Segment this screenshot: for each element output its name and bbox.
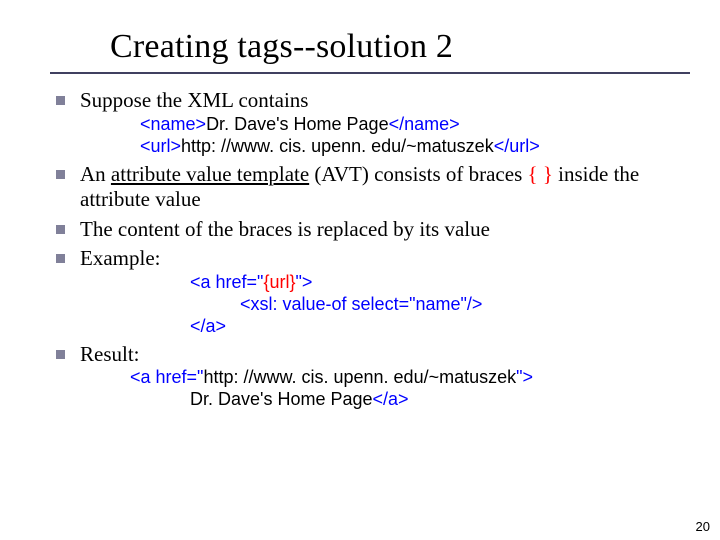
bullet-result: Result: <a href="http: //www. cis. upenn… <box>50 342 690 412</box>
tag-open: <url> <box>140 136 181 156</box>
tag-close: </url> <box>494 136 540 156</box>
code-url: http: //www. cis. upenn. edu/~matuszek <box>203 367 516 387</box>
text: (AVT) consists of braces <box>309 162 527 186</box>
bullet-example: Example: <a href="{url}"> <xsl: value-of… <box>50 246 690 337</box>
text: The content of the braces is replaced by… <box>80 217 490 241</box>
result-line-2: Dr. Dave's Home Page</a> <box>80 389 690 411</box>
code: </a> <box>373 389 409 409</box>
tag-content: Dr. Dave's Home Page <box>206 114 389 134</box>
example-line-3: </a> <box>80 316 690 338</box>
slide: { "title": "Creating tags--solution 2", … <box>0 0 720 540</box>
bullet-text: Suppose the XML contains <box>80 88 308 112</box>
text: An <box>80 162 111 186</box>
code: "> <box>295 272 312 292</box>
text-braces: { } <box>528 162 553 186</box>
slide-title: Creating tags--solution 2 <box>110 28 690 66</box>
tag-content: http: //www. cis. upenn. edu/~matuszek <box>181 136 494 156</box>
code: <xsl: value-of select="name"/> <box>240 294 482 314</box>
code: <a href=" <box>190 272 263 292</box>
text: Result: <box>80 342 140 366</box>
tag-open: <name> <box>140 114 206 134</box>
text-underline: attribute value template <box>111 162 309 186</box>
page-number: 20 <box>696 519 710 534</box>
bullet-suppose: Suppose the XML contains <name>Dr. Dave'… <box>50 88 690 158</box>
example-line-2: <xsl: value-of select="name"/> <box>80 294 690 316</box>
code-line-name: <name>Dr. Dave's Home Page</name> <box>80 114 690 136</box>
code-text: Dr. Dave's Home Page <box>190 389 373 409</box>
code: </a> <box>190 316 226 336</box>
code: "> <box>516 367 533 387</box>
title-rule <box>50 72 690 74</box>
tag-close: </name> <box>389 114 460 134</box>
code-line-url: <url>http: //www. cis. upenn. edu/~matus… <box>80 136 690 158</box>
code: <a href=" <box>130 367 203 387</box>
code-braces: {url} <box>263 272 295 292</box>
bullet-replaced: The content of the braces is replaced by… <box>50 217 690 243</box>
result-line-1: <a href="http: //www. cis. upenn. edu/~m… <box>80 367 690 389</box>
content: Suppose the XML contains <name>Dr. Dave'… <box>50 88 690 411</box>
bullet-avt: An attribute value template (AVT) consis… <box>50 162 690 213</box>
text: Example: <box>80 246 160 270</box>
example-line-1: <a href="{url}"> <box>80 272 690 294</box>
